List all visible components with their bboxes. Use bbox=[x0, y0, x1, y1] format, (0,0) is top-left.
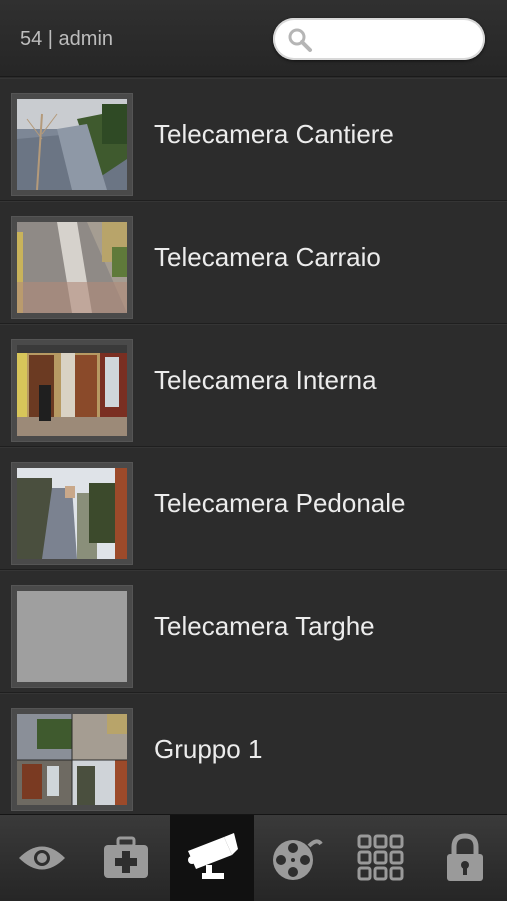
camera-label: Telecamera Pedonale bbox=[154, 488, 406, 518]
camera-thumbnail bbox=[11, 585, 133, 688]
camera-label: Telecamera Interna bbox=[154, 365, 377, 395]
top-bar: 54 | admin bbox=[0, 0, 507, 77]
camera-list: Telecamera Cantiere Telecamera Carraio T… bbox=[0, 78, 507, 814]
camera-row-gruppo-1[interactable]: Gruppo 1 bbox=[0, 693, 507, 814]
camera-label: Telecamera Cantiere bbox=[154, 119, 394, 149]
camera-row-targhe[interactable]: Telecamera Targhe bbox=[0, 570, 507, 693]
camera-label: Gruppo 1 bbox=[154, 734, 263, 764]
medical-kit-icon bbox=[104, 836, 148, 878]
camera-thumbnail bbox=[11, 708, 133, 811]
camera-thumbnail bbox=[11, 93, 133, 196]
camera-row-cantiere[interactable]: Telecamera Cantiere bbox=[0, 78, 507, 201]
user-info: 54 | admin bbox=[20, 28, 114, 50]
camera-row-pedonale[interactable]: Telecamera Pedonale bbox=[0, 447, 507, 570]
lock-icon bbox=[447, 833, 483, 881]
camera-row-interna[interactable]: Telecamera Interna bbox=[0, 324, 507, 447]
camera-label: Telecamera Carraio bbox=[154, 242, 381, 272]
camera-label: Telecamera Targhe bbox=[154, 611, 375, 641]
tab-cameras[interactable] bbox=[170, 815, 254, 901]
search-input[interactable] bbox=[319, 26, 473, 54]
camera-thumbnail bbox=[11, 339, 133, 442]
tab-lock[interactable] bbox=[423, 815, 507, 901]
camera-thumbnail bbox=[11, 462, 133, 565]
grid-icon bbox=[357, 834, 404, 881]
camera-row-carraio[interactable]: Telecamera Carraio bbox=[0, 201, 507, 324]
search-field[interactable] bbox=[273, 18, 485, 60]
bottom-tab-bar bbox=[0, 814, 507, 901]
tab-recordings[interactable] bbox=[255, 815, 339, 901]
tab-grid[interactable] bbox=[339, 815, 423, 901]
camera-thumbnail bbox=[11, 216, 133, 319]
tab-medical[interactable] bbox=[84, 815, 168, 901]
search-icon bbox=[288, 28, 312, 52]
eye-icon bbox=[19, 846, 65, 870]
security-camera-icon bbox=[188, 833, 238, 879]
film-reel-icon bbox=[273, 839, 323, 880]
tab-live-view[interactable] bbox=[0, 815, 84, 901]
